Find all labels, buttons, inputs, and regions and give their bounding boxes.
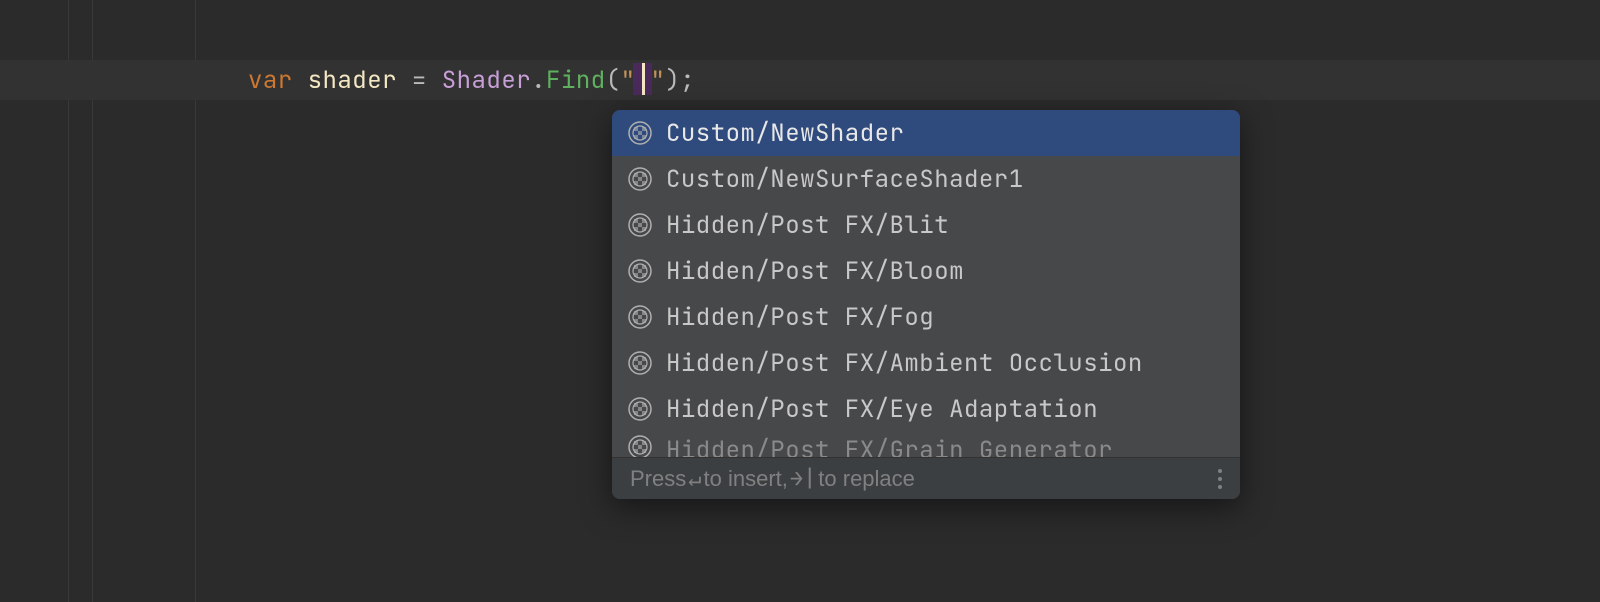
- completion-item[interactable]: Hidden/Post FX/Blit: [612, 202, 1240, 248]
- completion-item-label: Hidden/Post FX/Ambient Occlusion: [666, 348, 1143, 379]
- operator-equals: =: [412, 65, 427, 96]
- close-paren: ): [665, 65, 680, 96]
- shader-icon: [628, 435, 652, 457]
- completion-list[interactable]: Custom/NewShader Custom/NewSurfaceShader1…: [612, 110, 1240, 457]
- completion-item[interactable]: Hidden/Post FX/Fog: [612, 294, 1240, 340]
- shader-icon: [628, 167, 652, 191]
- completion-item[interactable]: Hidden/Post FX/Ambient Occlusion: [612, 340, 1240, 386]
- shader-icon: [628, 351, 652, 375]
- completion-item-label: Hidden/Post FX/Blit: [666, 210, 949, 241]
- completion-item[interactable]: Hidden/Post FX/Bloom: [612, 248, 1240, 294]
- code-line[interactable]: var shader = Shader.Find("");: [248, 65, 695, 96]
- enter-key-icon: ↵: [688, 464, 701, 493]
- completion-item[interactable]: Hidden/Post FX/Grain Generator: [612, 432, 1240, 457]
- completion-item-label: Hidden/Post FX/Fog: [666, 302, 934, 333]
- completion-footer: Press ↵ to insert, →| to replace: [612, 457, 1240, 499]
- operator-dot: .: [531, 65, 546, 96]
- shader-icon: [628, 259, 652, 283]
- completion-popup[interactable]: Custom/NewShader Custom/NewSurfaceShader1…: [612, 110, 1240, 499]
- completion-item-label: Hidden/Post FX/Grain Generator: [666, 435, 1113, 457]
- completion-item-label: Hidden/Post FX/Bloom: [666, 256, 964, 287]
- method-name: Find: [546, 65, 606, 96]
- current-line-highlight: [0, 60, 1600, 100]
- open-paren: (: [606, 65, 621, 96]
- footer-hint: Press ↵ to insert, →| to replace: [630, 464, 915, 493]
- footer-insert: to insert,: [704, 466, 788, 492]
- completion-item[interactable]: Hidden/Post FX/Eye Adaptation: [612, 386, 1240, 432]
- text-caret: [635, 65, 650, 93]
- type-name: Shader: [442, 65, 531, 96]
- footer-replace: to replace: [818, 466, 915, 492]
- more-menu-icon[interactable]: [1218, 469, 1222, 489]
- completion-item[interactable]: Custom/NewShader: [612, 110, 1240, 156]
- shader-icon: [628, 305, 652, 329]
- semicolon: ;: [680, 65, 695, 96]
- completion-item-label: Hidden/Post FX/Eye Adaptation: [666, 394, 1098, 425]
- shader-icon: [628, 397, 652, 421]
- code-editor[interactable]: var shader = Shader.Find(""); Custom/New…: [0, 0, 1600, 602]
- keyword-var: var: [248, 65, 293, 96]
- shader-icon: [628, 121, 652, 145]
- footer-press: Press: [630, 466, 686, 492]
- completion-item-label: Custom/NewSurfaceShader1: [666, 164, 1024, 195]
- identifier: shader: [308, 65, 397, 96]
- tab-key-icon: →|: [790, 464, 816, 493]
- completion-item-label: Custom/NewShader: [666, 118, 904, 149]
- completion-item[interactable]: Custom/NewSurfaceShader1: [612, 156, 1240, 202]
- shader-icon: [628, 213, 652, 237]
- string-quote-close: ": [650, 65, 665, 96]
